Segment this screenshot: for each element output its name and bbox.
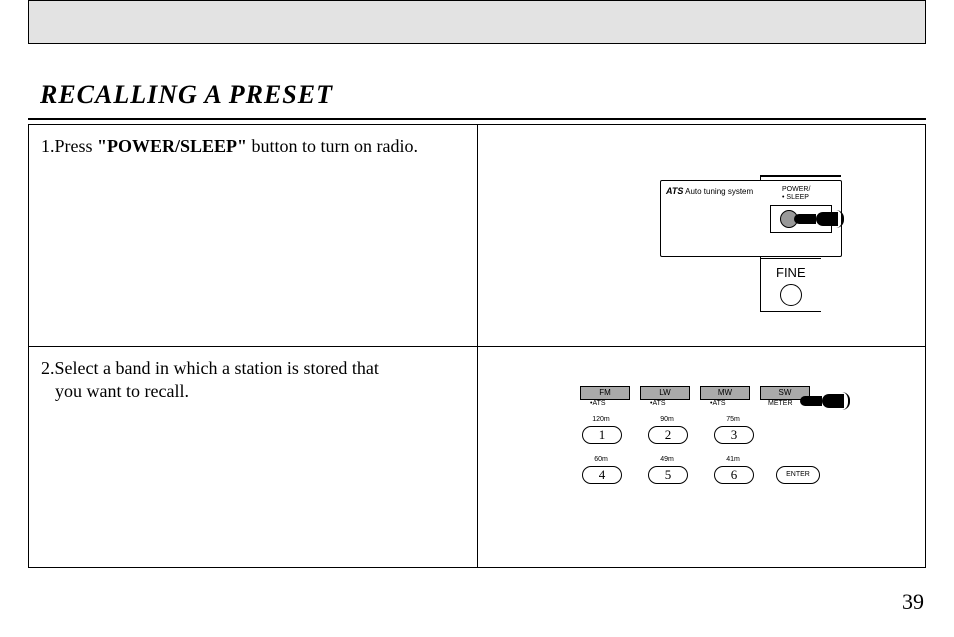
preset-button-5: 5 bbox=[648, 466, 688, 484]
band-button-fm: FM bbox=[580, 386, 630, 400]
meter-label-120m: 120m bbox=[582, 416, 620, 423]
band-sub-mw: •ATS bbox=[710, 400, 726, 407]
step-1-suffix: button to turn on radio. bbox=[252, 136, 418, 156]
preset-button-6: 6 bbox=[714, 466, 754, 484]
ats-sub: Auto tuning system bbox=[683, 187, 753, 196]
band-sub-fm: •ATS bbox=[590, 400, 606, 407]
ats-label: ATS Auto tuning system bbox=[666, 186, 753, 196]
preset-button-3: 3 bbox=[714, 426, 754, 444]
page-title: RECALLING A PRESET bbox=[40, 80, 333, 110]
meter-label-75m: 75m bbox=[714, 416, 752, 423]
fine-label: FINE bbox=[776, 265, 806, 280]
pointing-hand-icon bbox=[794, 206, 834, 232]
pointing-hand-icon bbox=[800, 388, 840, 414]
meter-label-41m: 41m bbox=[714, 456, 752, 463]
page-number: 39 bbox=[902, 589, 924, 615]
meter-label-60m: 60m bbox=[582, 456, 620, 463]
step-2-line-1: 2.Select a band in which a station is st… bbox=[41, 357, 461, 380]
step-1-text: 1.Press "POWER/SLEEP" button to turn on … bbox=[41, 135, 461, 158]
step-2-text: 2.Select a band in which a station is st… bbox=[41, 357, 461, 404]
band-button-lw: LW bbox=[640, 386, 690, 400]
ats-bold: ATS bbox=[666, 186, 683, 196]
step-1-prefix: 1.Press bbox=[41, 136, 97, 156]
header-band bbox=[28, 0, 926, 44]
band-sub-sw: METER bbox=[768, 400, 793, 407]
step-2-line-2: you want to recall. bbox=[41, 380, 461, 403]
enter-button: ENTER bbox=[776, 466, 820, 484]
illustration-power-sleep: ATS Auto tuning system POWER/ • SLEEP FI… bbox=[480, 150, 900, 350]
power-label-line1: POWER/ bbox=[782, 186, 810, 194]
band-button-mw: MW bbox=[700, 386, 750, 400]
preset-button-1: 1 bbox=[582, 426, 622, 444]
step-1-button-name: "POWER/SLEEP" bbox=[97, 136, 247, 156]
preset-button-2: 2 bbox=[648, 426, 688, 444]
meter-label-49m: 49m bbox=[648, 456, 686, 463]
fine-button bbox=[780, 284, 802, 306]
meter-label-90m: 90m bbox=[648, 416, 686, 423]
power-sleep-label: POWER/ • SLEEP bbox=[782, 186, 810, 201]
page: RECALLING A PRESET 1.Press "POWER/SLEEP"… bbox=[0, 0, 954, 637]
title-rule bbox=[28, 118, 926, 120]
band-sub-lw: •ATS bbox=[650, 400, 666, 407]
preset-button-4: 4 bbox=[582, 466, 622, 484]
power-label-line2: • SLEEP bbox=[782, 194, 810, 202]
illustration-band-select: FM •ATS LW •ATS MW •ATS SW METER 120m 1 … bbox=[540, 376, 900, 526]
